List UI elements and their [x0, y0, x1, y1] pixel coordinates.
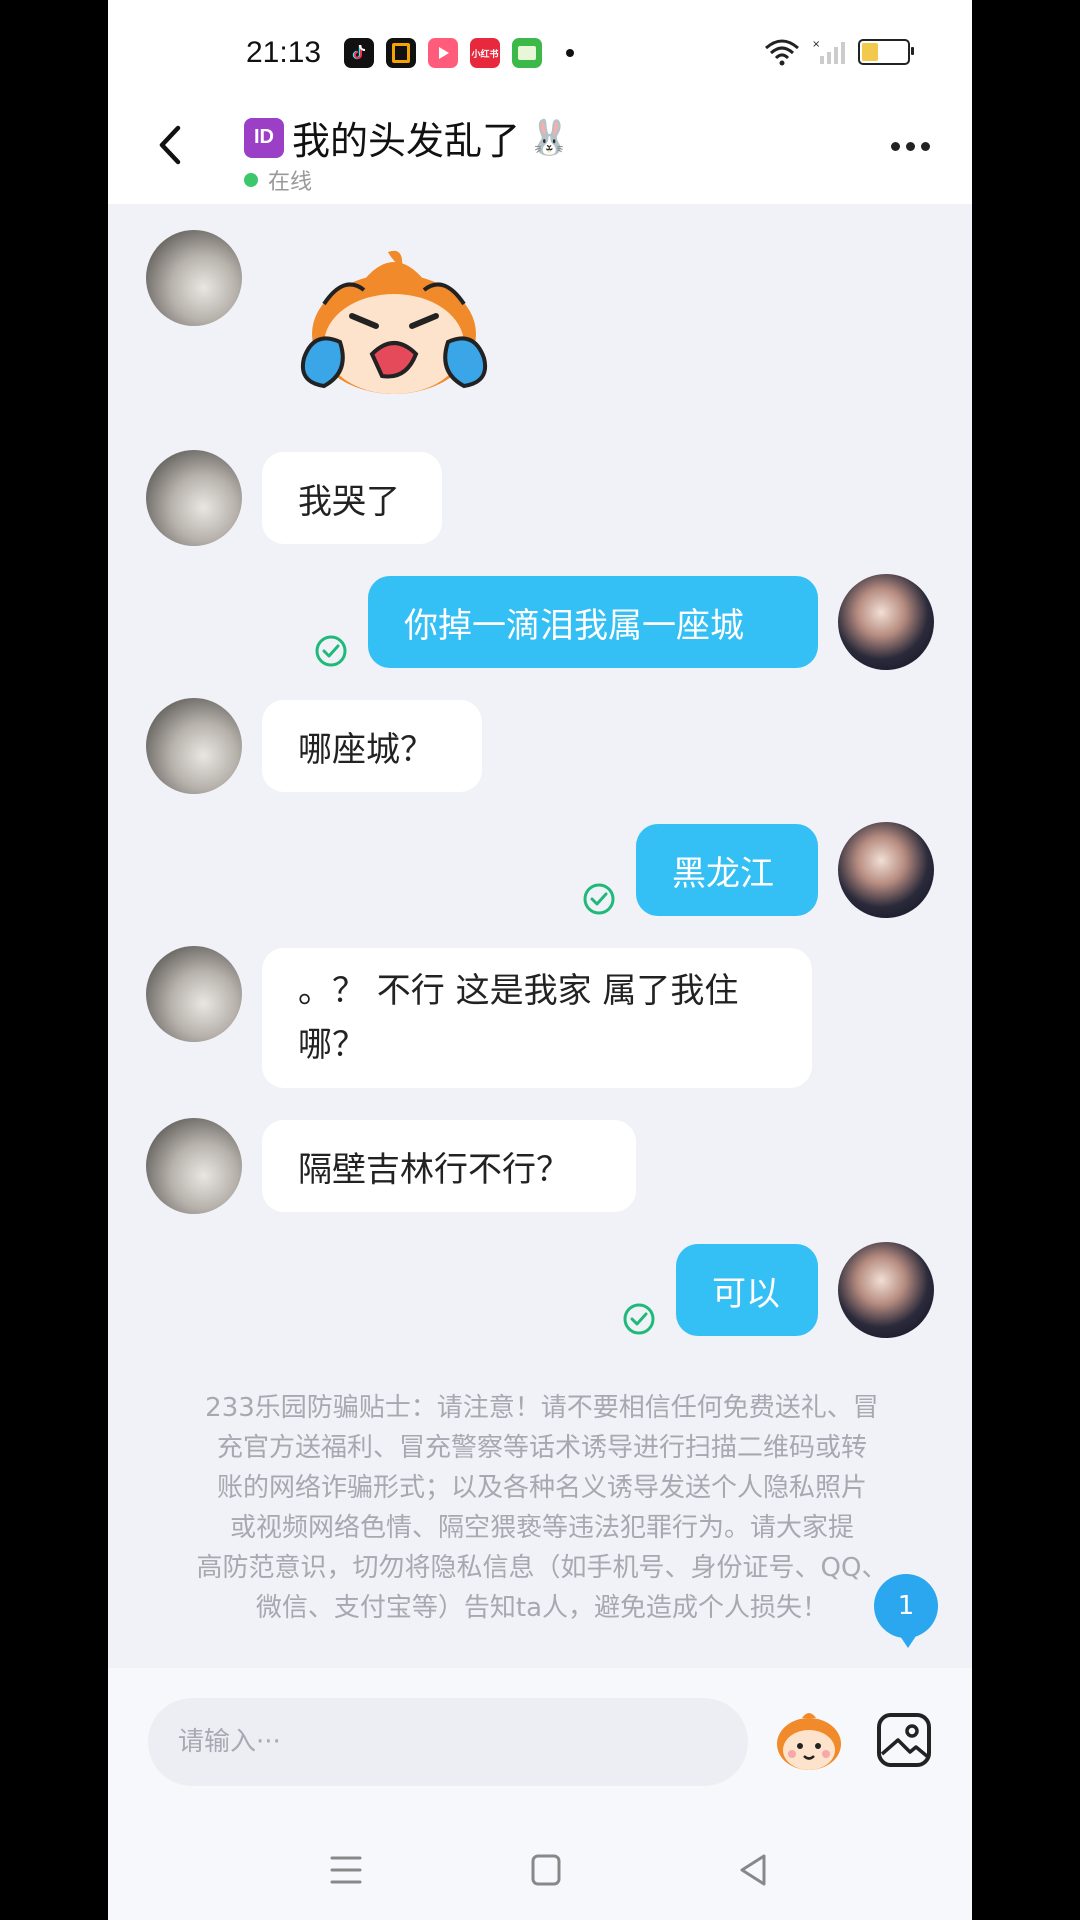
online-dot-icon — [244, 173, 258, 187]
status-indicators: × — [764, 38, 914, 66]
crying-monkey-sticker[interactable] — [284, 246, 504, 406]
presence-label: 在线 — [268, 170, 313, 195]
contact-name: 我的头发乱了 — [292, 119, 521, 163]
read-check-icon — [583, 883, 615, 915]
message-text: 你掉一滴泪我属一座城 — [404, 605, 744, 646]
back-triangle-icon[interactable] — [734, 1852, 774, 1888]
rabbit-emoji-icon: 🐰 — [528, 117, 571, 158]
message-text-line1: 。？ 不行 这是我家 属了我住 — [298, 971, 739, 1011]
notice-line: 高防范意识，切勿将隐私信息（如手机号、身份证号、QQ、 — [196, 1553, 888, 1583]
id-badge-icon: ID — [244, 117, 284, 158]
back-arrow-icon[interactable] — [150, 120, 190, 170]
message-bubble-sent[interactable]: 黑龙江 — [636, 824, 818, 916]
more-notifications-dot — [566, 49, 574, 57]
wifi-icon — [765, 39, 799, 66]
more-options-icon[interactable] — [891, 142, 930, 151]
anti-fraud-notice: 233乐园防骗贴士：请注意！请不要相信任何免费送礼、冒 充官方送福利、冒充警察等… — [174, 1388, 910, 1628]
contact-avatar[interactable] — [146, 230, 242, 326]
battery-icon — [858, 39, 914, 65]
message-text: 隔壁吉林行不行？ — [298, 1149, 570, 1190]
app-square-icon — [386, 38, 416, 68]
emoji-sticker-icon[interactable] — [774, 1708, 844, 1774]
my-avatar[interactable] — [838, 822, 934, 918]
my-avatar[interactable] — [838, 574, 934, 670]
message-bubble-sent[interactable]: 你掉一滴泪我属一座城 — [368, 576, 818, 668]
notice-line: 或视频网络色情、隔空猥亵等违法犯罪行为。请大家提 — [229, 1513, 854, 1543]
xiaohongshu-label: 小红书 — [471, 49, 499, 60]
presence-status: 在线 — [244, 164, 312, 196]
message-text-line2: 哪？ — [298, 1025, 366, 1065]
cellular-signal-icon: × — [812, 39, 845, 64]
notice-line: 账的网络诈骗形式；以及各种名义诱导发送个人隐私照片 — [216, 1473, 867, 1503]
xiaohongshu-icon: 小红书 — [470, 38, 500, 68]
image-picker-icon[interactable] — [876, 1712, 932, 1768]
message-bubble-received[interactable]: 我哭了 — [262, 452, 442, 544]
message-bubble-received[interactable]: 。？ 不行 这是我家 属了我住 哪？ — [262, 948, 812, 1088]
notice-line: 充官方送福利、冒充警察等话术诱导进行扫描二维码或转 — [216, 1433, 867, 1463]
status-time: 21:13 — [246, 36, 322, 69]
read-check-icon — [623, 1303, 655, 1335]
read-check-icon — [315, 635, 347, 667]
menu-icon[interactable] — [326, 1852, 366, 1888]
system-navigation-bar — [108, 1818, 972, 1920]
message-bubble-sent[interactable]: 可以 — [676, 1244, 818, 1336]
message-bubble-received[interactable]: 隔壁吉林行不行？ — [262, 1120, 636, 1212]
contact-avatar[interactable] — [146, 698, 242, 794]
message-text: 我哭了 — [298, 481, 400, 522]
chat-title: ID 我的头发乱了 🐰 — [244, 110, 570, 165]
contact-avatar[interactable] — [146, 1118, 242, 1214]
message-input[interactable] — [148, 1698, 748, 1786]
message-bubble-received[interactable]: 哪座城？ — [262, 700, 482, 792]
contact-avatar[interactable] — [146, 946, 242, 1042]
game-center-icon — [512, 38, 542, 68]
video-play-icon — [428, 38, 458, 68]
my-avatar[interactable] — [838, 1242, 934, 1338]
notification-app-icons: 小红书 — [344, 38, 574, 68]
unread-count-badge[interactable]: 1 — [874, 1574, 938, 1648]
message-text: 哪座城？ — [298, 729, 434, 770]
chat-header: ID 我的头发乱了 🐰 在线 — [108, 100, 972, 204]
notice-line: 微信、支付宝等）告知ta人，避免造成个人损失！ — [255, 1593, 829, 1623]
chat-screen: 21:13 小红书 × ID 我的头发乱了 🐰 在线 我哭了 你掉一滴泪我属一座… — [108, 0, 972, 1920]
svg-text:×: × — [812, 39, 820, 50]
status-bar: 21:13 小红书 × — [108, 0, 972, 100]
message-text: 可以 — [712, 1273, 780, 1314]
home-square-icon[interactable] — [526, 1852, 566, 1888]
message-text: 黑龙江 — [672, 853, 774, 894]
message-input-bar — [108, 1668, 972, 1818]
notice-line: 233乐园防骗贴士：请注意！请不要相信任何免费送礼、冒 — [205, 1393, 879, 1423]
douyin-icon — [344, 38, 374, 68]
contact-avatar[interactable] — [146, 450, 242, 546]
